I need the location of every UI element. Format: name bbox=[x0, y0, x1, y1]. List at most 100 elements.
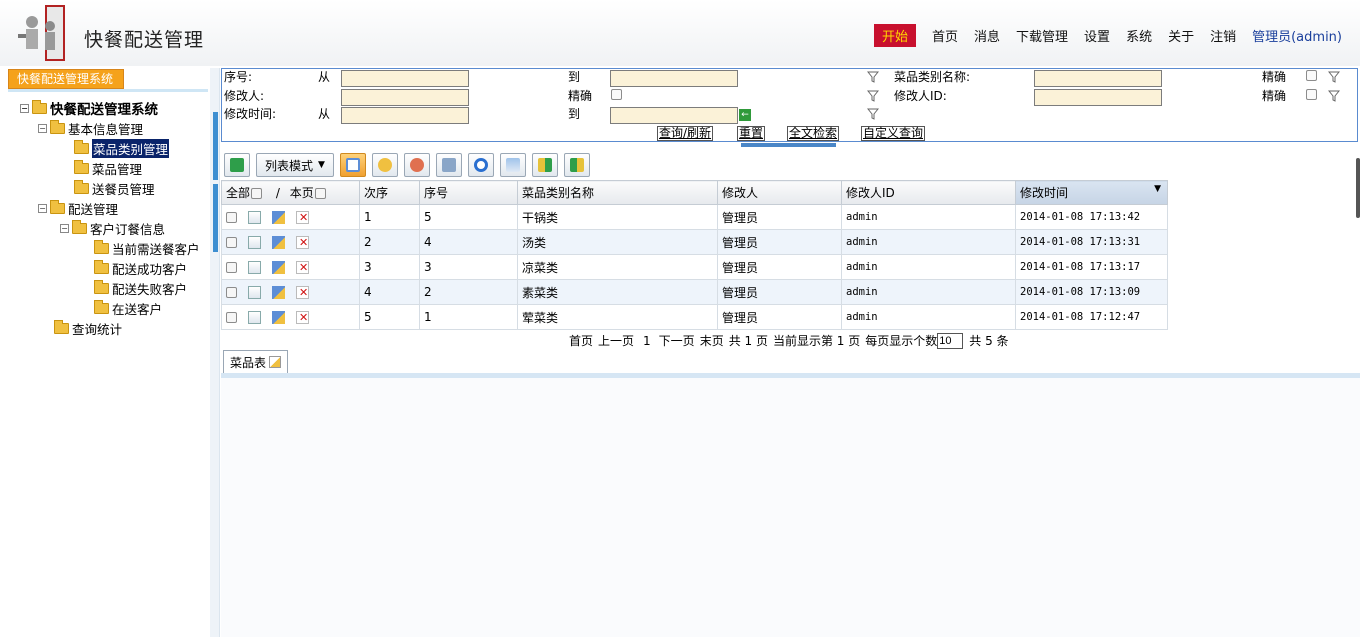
row-checkbox[interactable] bbox=[226, 262, 237, 273]
delete-icon[interactable] bbox=[296, 261, 309, 274]
per-page-input[interactable] bbox=[937, 332, 964, 349]
delete-icon[interactable] bbox=[296, 236, 309, 249]
sidebar-splitter[interactable] bbox=[210, 68, 220, 637]
filter-icon[interactable] bbox=[867, 90, 879, 102]
modifier-id-exact-checkbox[interactable] bbox=[1306, 89, 1317, 100]
nav-downloads-link[interactable]: 下载管理 bbox=[1016, 26, 1068, 45]
image-button[interactable] bbox=[499, 153, 526, 177]
tree-item-dish-category[interactable]: 菜品类别管理 bbox=[74, 138, 170, 158]
tree-item-delivery[interactable]: − 配送管理 bbox=[38, 199, 118, 217]
modifier-input[interactable] bbox=[341, 89, 469, 106]
view-icon[interactable] bbox=[248, 261, 261, 274]
last-button[interactable] bbox=[563, 153, 590, 177]
filter-icon[interactable] bbox=[1328, 90, 1340, 102]
next-button[interactable] bbox=[531, 153, 558, 177]
edit-icon[interactable] bbox=[272, 261, 285, 274]
category-input[interactable] bbox=[1034, 70, 1162, 87]
edit-icon[interactable] bbox=[272, 311, 285, 324]
select-page-checkbox[interactable] bbox=[314, 188, 326, 199]
tree-item-basic-info[interactable]: − 基本信息管理 bbox=[38, 119, 143, 137]
row-checkbox[interactable] bbox=[226, 287, 237, 298]
modifier-id-input[interactable] bbox=[1034, 89, 1162, 106]
modtime-to-input[interactable] bbox=[610, 107, 738, 124]
list-mode-dropdown[interactable]: 列表模式 ▼ bbox=[256, 153, 334, 177]
row-checkbox[interactable] bbox=[226, 212, 237, 223]
tree-item-courier[interactable]: 送餐员管理 bbox=[74, 179, 155, 197]
custom-query-button[interactable]: 自定义查询 bbox=[861, 126, 926, 141]
nav-settings-link[interactable]: 设置 bbox=[1084, 26, 1110, 45]
nav-messages-link[interactable]: 消息 bbox=[974, 26, 1000, 45]
add-button[interactable] bbox=[339, 153, 366, 177]
back-arrow-icon[interactable]: ← bbox=[739, 109, 751, 121]
view-icon[interactable] bbox=[248, 211, 261, 224]
column-header-sorted[interactable]: 修改时间 ▼ bbox=[1015, 180, 1168, 205]
filter-icon[interactable] bbox=[1328, 71, 1340, 83]
next-page-link[interactable]: 下一页 bbox=[659, 332, 695, 349]
tree-item-stats[interactable]: 查询统计 bbox=[54, 319, 122, 337]
prev-page-link[interactable]: 上一页 bbox=[598, 332, 634, 349]
collapse-toggle-icon[interactable]: − bbox=[38, 123, 47, 133]
collapse-toggle-icon[interactable]: − bbox=[38, 203, 47, 213]
tree-item-success[interactable]: 配送成功客户 bbox=[94, 259, 187, 277]
edit-icon[interactable] bbox=[272, 236, 285, 249]
export-button[interactable] bbox=[224, 153, 250, 177]
table-row[interactable]: 42素菜类管理员admin2014-01-08 17:13:09 bbox=[221, 279, 1168, 305]
table-row[interactable]: 51荤菜类管理员admin2014-01-08 17:12:47 bbox=[221, 304, 1168, 330]
table-row[interactable]: 24汤类管理员admin2014-01-08 17:13:31 bbox=[221, 229, 1168, 255]
settings-button[interactable] bbox=[403, 153, 430, 177]
edit-button[interactable] bbox=[371, 153, 398, 177]
filter-icon[interactable] bbox=[867, 108, 879, 120]
seq-from-input[interactable] bbox=[341, 70, 469, 87]
nav-system-link[interactable]: 系统 bbox=[1126, 26, 1152, 45]
tree-item-in-transit[interactable]: 在送客户 bbox=[94, 299, 162, 317]
column-header[interactable]: 序号 bbox=[419, 180, 518, 205]
edit-icon[interactable] bbox=[272, 211, 285, 224]
row-checkbox[interactable] bbox=[226, 312, 237, 323]
column-header[interactable]: 修改人 bbox=[717, 180, 842, 205]
current-user-link[interactable]: 管理员(admin) bbox=[1252, 26, 1342, 45]
table-row[interactable]: 33凉菜类管理员admin2014-01-08 17:13:17 bbox=[221, 254, 1168, 280]
row-checkbox[interactable] bbox=[226, 237, 237, 248]
query-refresh-button[interactable]: 查询/刷新 bbox=[657, 126, 714, 141]
table-row[interactable]: 15干锅类管理员admin2014-01-08 17:13:42 bbox=[221, 204, 1168, 230]
nav-home-link[interactable]: 首页 bbox=[932, 26, 958, 45]
modifier-exact-checkbox[interactable] bbox=[611, 89, 622, 100]
collapse-toggle-icon[interactable]: − bbox=[20, 103, 29, 113]
nav-logout-link[interactable]: 注销 bbox=[1210, 26, 1236, 45]
splitter-handle[interactable] bbox=[213, 112, 218, 180]
delete-icon[interactable] bbox=[296, 286, 309, 299]
reset-button[interactable]: 重置 bbox=[737, 126, 766, 141]
print-button[interactable] bbox=[435, 153, 462, 177]
modtime-from-input[interactable] bbox=[341, 107, 469, 124]
column-header[interactable]: 修改人ID bbox=[841, 180, 1016, 205]
nav-start-button[interactable]: 开始 bbox=[873, 23, 916, 47]
column-header[interactable]: 次序 bbox=[359, 180, 420, 205]
category-exact-checkbox[interactable] bbox=[1306, 70, 1317, 81]
tree-item-dish[interactable]: 菜品管理 bbox=[74, 159, 142, 177]
collapse-toggle-icon[interactable]: − bbox=[60, 223, 69, 233]
nav-about-link[interactable]: 关于 bbox=[1168, 26, 1194, 45]
tree-item-customer-orders[interactable]: − 客户订餐信息 bbox=[60, 219, 165, 237]
tree-label: 快餐配送管理系统 bbox=[50, 102, 158, 118]
tree-item-pending[interactable]: 当前需送餐客户 bbox=[94, 239, 200, 257]
tree-root[interactable]: − 快餐配送管理系统 bbox=[20, 99, 158, 118]
view-icon[interactable] bbox=[248, 311, 261, 324]
view-icon[interactable] bbox=[248, 236, 261, 249]
refresh-button[interactable] bbox=[467, 153, 494, 177]
fulltext-search-button[interactable]: 全文检索 bbox=[787, 126, 840, 141]
tree-item-failed[interactable]: 配送失败客户 bbox=[94, 279, 187, 297]
first-page-link[interactable]: 首页 bbox=[569, 332, 593, 349]
tab-dish-table[interactable]: 菜品表 bbox=[223, 350, 289, 373]
delete-icon[interactable] bbox=[296, 311, 309, 324]
view-icon[interactable] bbox=[248, 286, 261, 299]
select-all-checkbox[interactable] bbox=[251, 188, 263, 199]
last-page-link[interactable]: 末页 bbox=[700, 332, 724, 349]
delete-icon[interactable] bbox=[296, 211, 309, 224]
scrollbar-handle[interactable] bbox=[1356, 158, 1360, 218]
seq-to-input[interactable] bbox=[610, 70, 738, 87]
splitter-handle[interactable] bbox=[213, 184, 218, 252]
column-header[interactable]: 菜品类别名称 bbox=[517, 180, 718, 205]
edit-icon[interactable] bbox=[272, 286, 285, 299]
sidebar-tab[interactable]: 快餐配送管理系统 bbox=[8, 69, 124, 89]
filter-icon[interactable] bbox=[867, 71, 879, 83]
